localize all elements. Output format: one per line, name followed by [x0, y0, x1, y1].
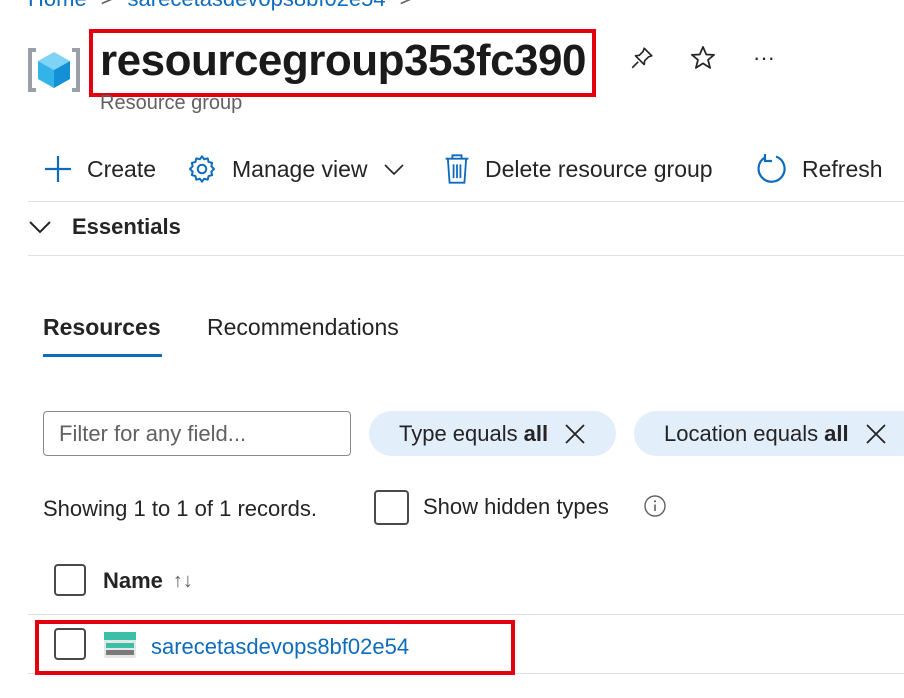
breadcrumb-home[interactable]: Home — [28, 0, 87, 11]
filter-input[interactable] — [43, 411, 351, 456]
manage-view-button[interactable]: Manage view — [186, 150, 406, 188]
close-icon[interactable] — [865, 423, 887, 445]
highlight-box-title — [89, 29, 596, 97]
gear-icon — [189, 155, 215, 183]
info-icon[interactable] — [643, 494, 667, 518]
refresh-icon — [757, 154, 786, 183]
divider — [28, 614, 904, 615]
chevron-down-icon — [29, 221, 51, 234]
pin-icon[interactable] — [628, 44, 656, 72]
delete-resource-group-label: Delete resource group — [485, 155, 713, 182]
plus-icon — [45, 156, 71, 182]
breadcrumb-separator: > — [400, 0, 413, 11]
tab-active-indicator — [43, 354, 162, 357]
create-button[interactable]: Create — [43, 150, 156, 188]
sort-icon[interactable]: ↑↓ — [173, 570, 193, 593]
highlight-box-row — [35, 620, 515, 675]
breadcrumb-current[interactable]: sarecetasdevops8bf02e54 — [128, 0, 386, 11]
tab-recommendations[interactable]: Recommendations — [207, 314, 399, 341]
filter-pill-location[interactable]: Location equals all — [634, 411, 904, 456]
manage-view-label: Manage view — [232, 155, 368, 182]
column-header-name-label: Name — [103, 568, 163, 593]
resource-group-icon — [28, 44, 80, 96]
filter-pill-location-prefix: Location equals — [664, 420, 819, 446]
filter-pill-type-prefix: Type equals — [399, 420, 518, 446]
records-count: Showing 1 to 1 of 1 records. — [43, 496, 317, 521]
select-all-checkbox[interactable] — [54, 564, 86, 596]
more-icon[interactable]: ··· — [750, 44, 778, 72]
essentials-label: Essentials — [72, 214, 181, 239]
filter-pill-type-value: all — [523, 420, 549, 446]
chevron-down-icon — [383, 164, 404, 176]
close-icon[interactable] — [564, 423, 586, 445]
refresh-button[interactable]: Refresh — [756, 150, 883, 188]
show-hidden-types-checkbox[interactable] — [374, 490, 409, 525]
create-label: Create — [87, 155, 157, 182]
divider — [28, 255, 904, 256]
divider — [28, 201, 904, 202]
filter-pill-type[interactable]: Type equals all — [369, 411, 616, 456]
filter-pill-location-value: all — [824, 420, 849, 446]
breadcrumb: Home > sarecetasdevops8bf02e54 > — [28, 0, 427, 12]
refresh-label: Refresh — [802, 155, 883, 182]
tab-resources[interactable]: Resources — [43, 314, 161, 341]
page-subtitle: Resource group — [100, 92, 243, 114]
column-header-name[interactable]: Name ↑↓ — [103, 568, 193, 594]
essentials-toggle[interactable]: Essentials — [28, 214, 181, 240]
trash-icon — [445, 154, 469, 184]
delete-resource-group-button[interactable]: Delete resource group — [443, 150, 713, 188]
show-hidden-types-label: Show hidden types — [423, 494, 609, 519]
breadcrumb-separator: > — [101, 0, 114, 11]
star-icon[interactable] — [689, 44, 717, 72]
